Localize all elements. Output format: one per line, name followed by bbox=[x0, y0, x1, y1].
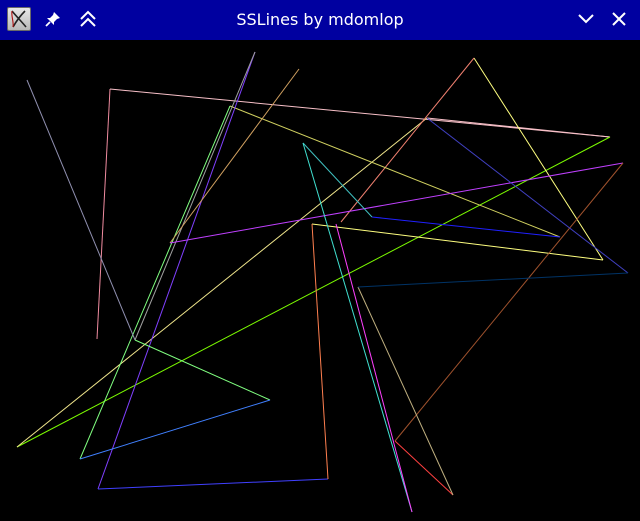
line-25 bbox=[335, 223, 413, 513]
close-icon bbox=[612, 12, 626, 26]
line-21 bbox=[357, 286, 454, 496]
line-3 bbox=[16, 136, 611, 448]
line-11 bbox=[97, 478, 329, 490]
line-16 bbox=[79, 399, 271, 460]
line-23 bbox=[302, 142, 373, 218]
line-17 bbox=[169, 68, 300, 244]
line-9 bbox=[79, 105, 231, 460]
line-7 bbox=[340, 57, 475, 223]
line-6 bbox=[311, 223, 604, 261]
line-12 bbox=[311, 223, 329, 480]
line-18 bbox=[169, 162, 624, 244]
close-button[interactable] bbox=[606, 6, 632, 32]
line-15 bbox=[134, 339, 271, 401]
lines-drawing bbox=[16, 51, 629, 513]
line-20 bbox=[394, 440, 454, 496]
titlebar[interactable]: SSLines by mdomlop bbox=[0, 0, 640, 40]
double-chevron-up-icon bbox=[80, 10, 96, 27]
minimize-button[interactable] bbox=[573, 6, 599, 32]
line-19 bbox=[394, 162, 624, 442]
pushpin-icon bbox=[45, 12, 60, 27]
lines-canvas bbox=[0, 40, 640, 521]
chevron-down-icon bbox=[578, 14, 594, 24]
shade-button[interactable] bbox=[75, 6, 101, 32]
line-13 bbox=[26, 79, 136, 341]
pin-button[interactable] bbox=[40, 6, 66, 32]
line-8 bbox=[229, 105, 561, 238]
line-4 bbox=[16, 117, 428, 448]
line-10 bbox=[97, 51, 256, 490]
line-0 bbox=[96, 88, 111, 340]
line-24 bbox=[302, 142, 413, 513]
line-1 bbox=[109, 88, 611, 138]
app-menu-button[interactable] bbox=[7, 7, 31, 31]
line-14 bbox=[134, 51, 256, 341]
line-22 bbox=[371, 216, 561, 238]
line-27 bbox=[357, 272, 629, 288]
xfce-x-icon bbox=[11, 10, 27, 28]
sslines-window: SSLines by mdomlop bbox=[0, 0, 640, 521]
